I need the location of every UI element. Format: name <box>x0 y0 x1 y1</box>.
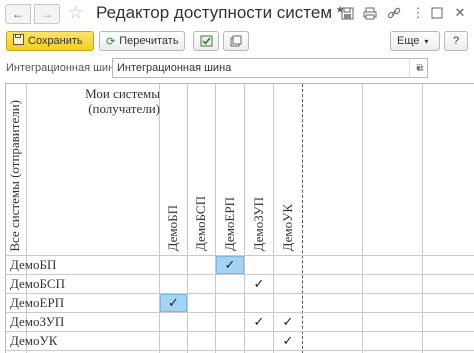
arrow-right-icon: → <box>41 7 53 21</box>
column-header-label: ДемоБП <box>165 204 180 251</box>
row-label-demobp: ДемоБП <box>10 257 57 272</box>
column-header-demozup[interactable]: ДемоЗУП <box>245 184 273 254</box>
matrix-checkbox-cell[interactable] <box>188 332 215 350</box>
column-header-demobsp[interactable]: ДемоБСП <box>187 184 215 254</box>
integration-bus-label: Интеграционная шина: <box>6 62 124 74</box>
senders-header: Все системы (отправители) <box>7 100 22 252</box>
chevron-down-icon: ▾ <box>424 36 429 46</box>
matrix-checkbox-cell[interactable] <box>245 332 273 350</box>
matrix-checkbox-cell[interactable]: ✓ <box>274 313 302 331</box>
column-header-demouk[interactable]: ДемоУК <box>274 184 302 254</box>
column-header-label: ДемоЕРП <box>222 196 237 251</box>
more-dots-icon[interactable]: ⋮ <box>410 5 426 21</box>
matrix-checkbox-cell[interactable] <box>188 313 215 331</box>
reread-button[interactable]: ⟳ Перечитать <box>99 31 185 51</box>
matrix-checkbox-cell[interactable]: ✓ <box>160 294 187 312</box>
row-label-demoerp: ДемоЕРП <box>10 295 65 310</box>
save-disk-icon[interactable] <box>339 5 355 21</box>
column-header-demobp[interactable]: ДемоБП <box>159 184 187 254</box>
senders-header-cell: Все системы (отправители) <box>6 86 25 252</box>
check-all-button[interactable] <box>193 31 219 51</box>
row-label-demouk: ДемоУК <box>10 333 58 348</box>
grid-line <box>6 350 474 351</box>
close-icon[interactable]: ✕ <box>452 5 468 21</box>
receivers-header: Мои системы (получатели) <box>85 86 160 116</box>
column-header-demoerp[interactable]: ДемоЕРП <box>216 184 244 254</box>
matrix-checkbox-cell[interactable] <box>160 256 187 274</box>
matrix-checkbox-cell[interactable] <box>160 275 187 293</box>
matrix-checkbox-cell[interactable]: ✓ <box>245 275 273 293</box>
matrix-checkbox-cell[interactable] <box>216 294 244 312</box>
copy-icon <box>230 35 242 47</box>
reread-label: Перечитать <box>119 35 179 47</box>
matrix-checkbox-cell[interactable] <box>216 332 244 350</box>
arrow-left-icon: ← <box>12 7 24 21</box>
column-header-label: ДемоБСП <box>193 196 208 251</box>
matrix-checkbox-cell[interactable] <box>188 294 215 312</box>
column-header-label: ДемоЗУП <box>251 196 266 251</box>
copy-button[interactable] <box>223 31 249 51</box>
more-button[interactable]: Еще ▾ <box>390 31 440 51</box>
save-disk-icon <box>13 34 24 48</box>
column-header-label: ДемоУК <box>280 203 295 251</box>
integration-bus-value: Интеграционная шина <box>117 62 232 74</box>
refresh-icon: ⟳ <box>106 35 116 48</box>
matrix-checkbox-cell[interactable]: ✓ <box>216 256 244 274</box>
open-link-icon[interactable]: ⧉ <box>413 60 427 76</box>
row-label-demobsp: ДемоБСП <box>10 276 65 291</box>
favorite-star-icon[interactable]: ☆ <box>68 3 83 23</box>
help-label: ? <box>452 35 460 47</box>
matrix-checkbox-cell[interactable]: ✓ <box>274 332 302 350</box>
window-title: Редактор доступности систем * <box>96 3 344 22</box>
save-button[interactable]: Сохранить <box>6 31 94 51</box>
link-icon[interactable] <box>386 5 402 21</box>
matrix-checkbox-cell[interactable]: ✓ <box>245 313 273 331</box>
maximize-icon[interactable] <box>429 5 445 21</box>
title-bar: ← → ☆ Редактор доступности систем * ⋮ ✕ <box>0 0 474 28</box>
availability-matrix: Мои системы (получатели) Все системы (от… <box>5 83 474 353</box>
matrix-checkbox-cell[interactable] <box>160 313 187 331</box>
row-label-demozup: ДемоЗУП <box>10 314 65 329</box>
back-button[interactable]: ← <box>5 4 31 24</box>
matrix-checkbox-cell[interactable] <box>274 294 302 312</box>
matrix-checkbox-cell[interactable] <box>188 275 215 293</box>
checklist-icon <box>200 35 212 47</box>
help-button[interactable]: ? <box>444 31 468 51</box>
matrix-checkbox-cell[interactable] <box>274 256 302 274</box>
matrix-checkbox-cell[interactable] <box>274 275 302 293</box>
forward-button[interactable]: → <box>34 4 60 24</box>
matrix-checkbox-cell[interactable] <box>160 332 187 350</box>
matrix-checkbox-cell[interactable] <box>216 275 244 293</box>
save-label: Сохранить <box>28 35 83 47</box>
matrix-checkbox-cell[interactable] <box>216 313 244 331</box>
integration-bus-field[interactable]: Интеграционная шина ▾ <box>112 58 428 78</box>
matrix-checkbox-cell[interactable] <box>245 294 273 312</box>
more-label: Еще <box>397 35 420 47</box>
print-icon[interactable] <box>362 5 378 21</box>
matrix-checkbox-cell[interactable] <box>188 256 215 274</box>
matrix-checkbox-cell[interactable] <box>245 256 273 274</box>
